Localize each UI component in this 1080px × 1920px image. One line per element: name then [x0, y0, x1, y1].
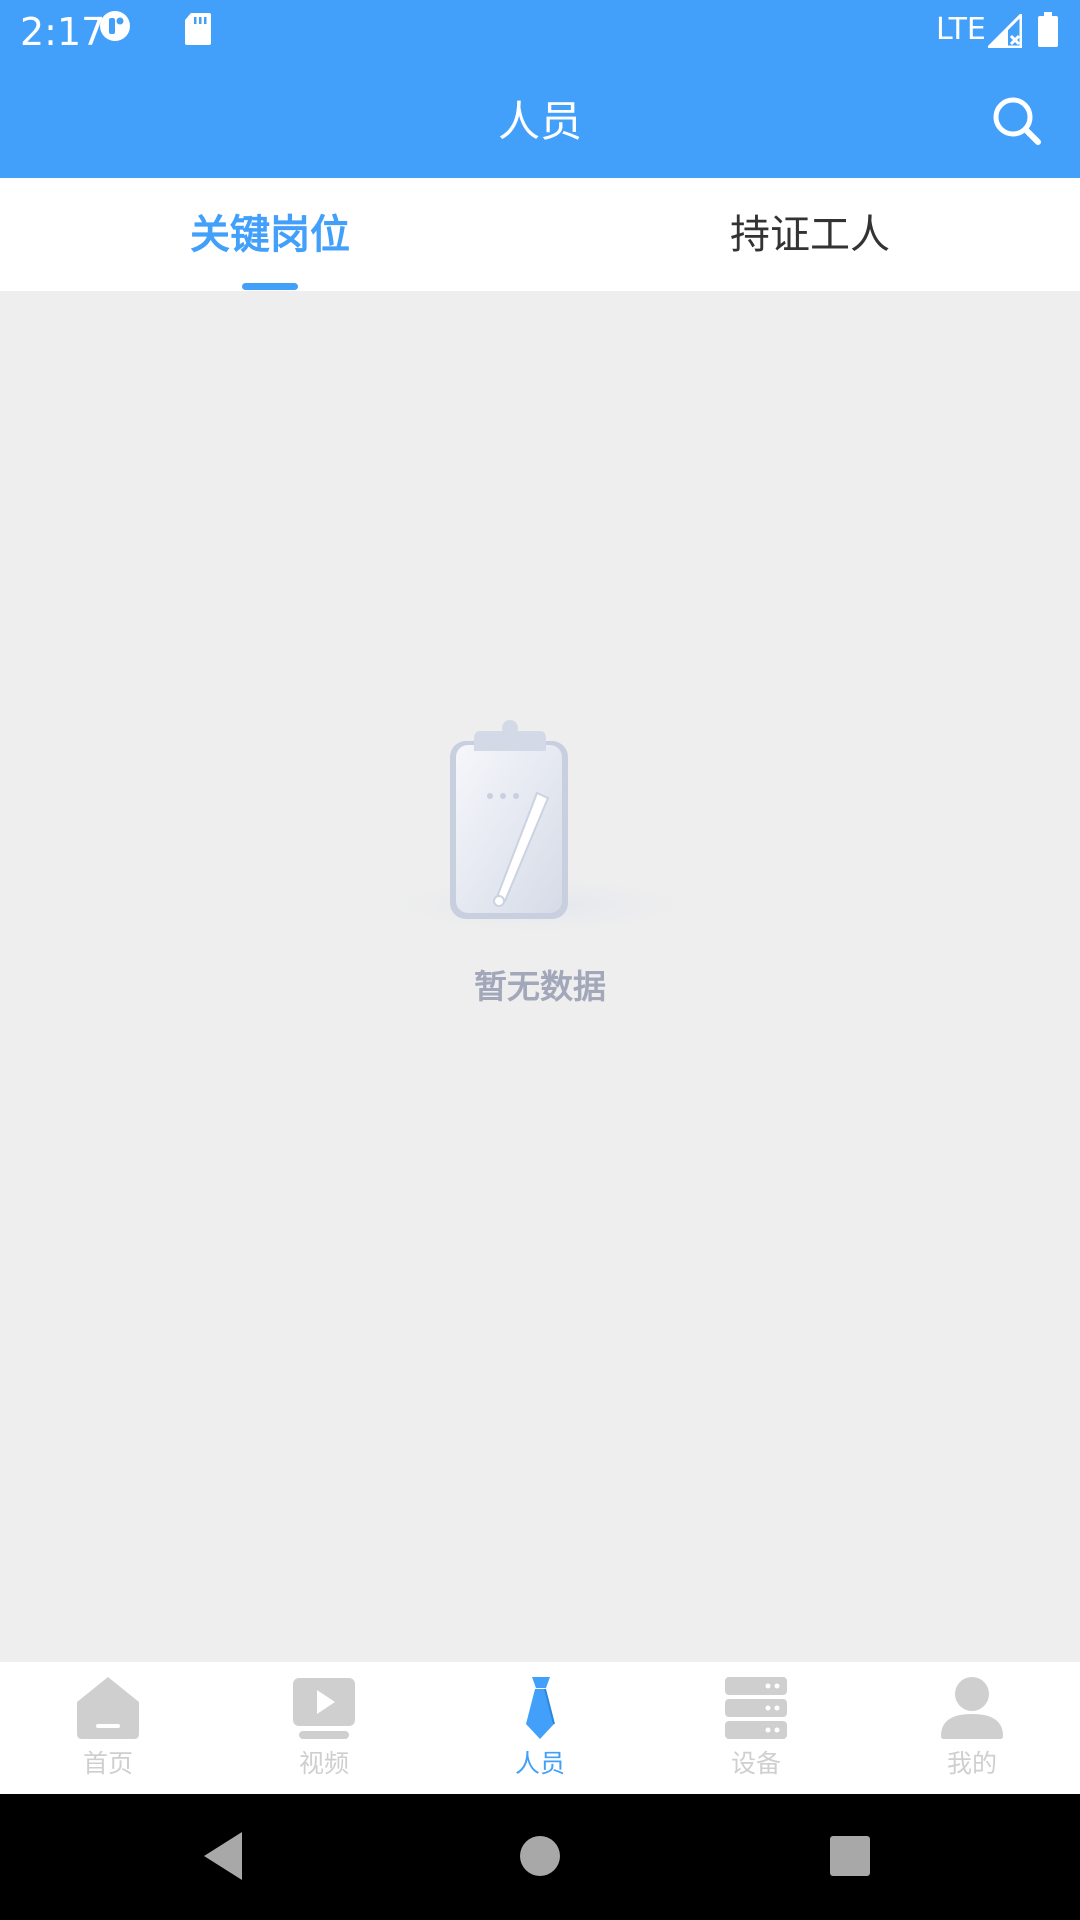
nav-label-personnel: 人员 [514, 1749, 565, 1778]
signal-icon [988, 14, 1022, 48]
nav-item-personnel[interactable]: 人员 [432, 1662, 648, 1794]
clipboard-empty-icon [362, 720, 718, 939]
status-bar: 2:17 LTE [0, 0, 1080, 64]
tab-key-positions[interactable]: 关键岗位 [0, 178, 540, 291]
tab-bar: 关键岗位 持证工人 [0, 178, 1080, 291]
search-icon[interactable] [990, 94, 1044, 148]
network-type: LTE [936, 12, 986, 47]
home-icon [77, 1677, 139, 1739]
nav-label-video: 视频 [298, 1749, 349, 1778]
system-navigation-bar [0, 1794, 1080, 1920]
app-notification-icon [100, 11, 130, 41]
server-icon [725, 1677, 787, 1739]
empty-state-text: 暂无数据 [474, 967, 606, 1006]
nav-label-home: 首页 [82, 1749, 133, 1778]
user-icon [941, 1677, 1003, 1739]
tie-icon [526, 1677, 555, 1739]
bottom-navigation: 首页 视频 人员 设备 我的 [0, 1662, 1080, 1794]
status-time: 2:17 [20, 10, 106, 54]
video-play-icon [293, 1678, 355, 1739]
active-tab-indicator [242, 283, 298, 290]
tab-certified-workers[interactable]: 持证工人 [540, 178, 1080, 291]
sd-card-icon [185, 13, 211, 45]
nav-item-mine[interactable]: 我的 [864, 1662, 1080, 1794]
recents-icon[interactable] [818, 1824, 882, 1888]
back-icon[interactable] [194, 1824, 258, 1888]
app-screen: 2:17 LTE 人员 关键岗位 持证工人 暂无数据 首页 视频 人员 设备 我… [0, 0, 1080, 1920]
content-area: 暂无数据 [0, 291, 1080, 1662]
nav-label-equipment: 设备 [730, 1749, 781, 1778]
home-circle-icon[interactable] [508, 1824, 572, 1888]
battery-icon [1038, 12, 1058, 47]
nav-item-video[interactable]: 视频 [216, 1662, 432, 1794]
nav-label-mine: 我的 [946, 1749, 997, 1778]
nav-item-home[interactable]: 首页 [0, 1662, 216, 1794]
page-title: 人员 [497, 97, 582, 146]
nav-item-equipment[interactable]: 设备 [648, 1662, 864, 1794]
app-header: 2:17 LTE 人员 [0, 0, 1080, 178]
